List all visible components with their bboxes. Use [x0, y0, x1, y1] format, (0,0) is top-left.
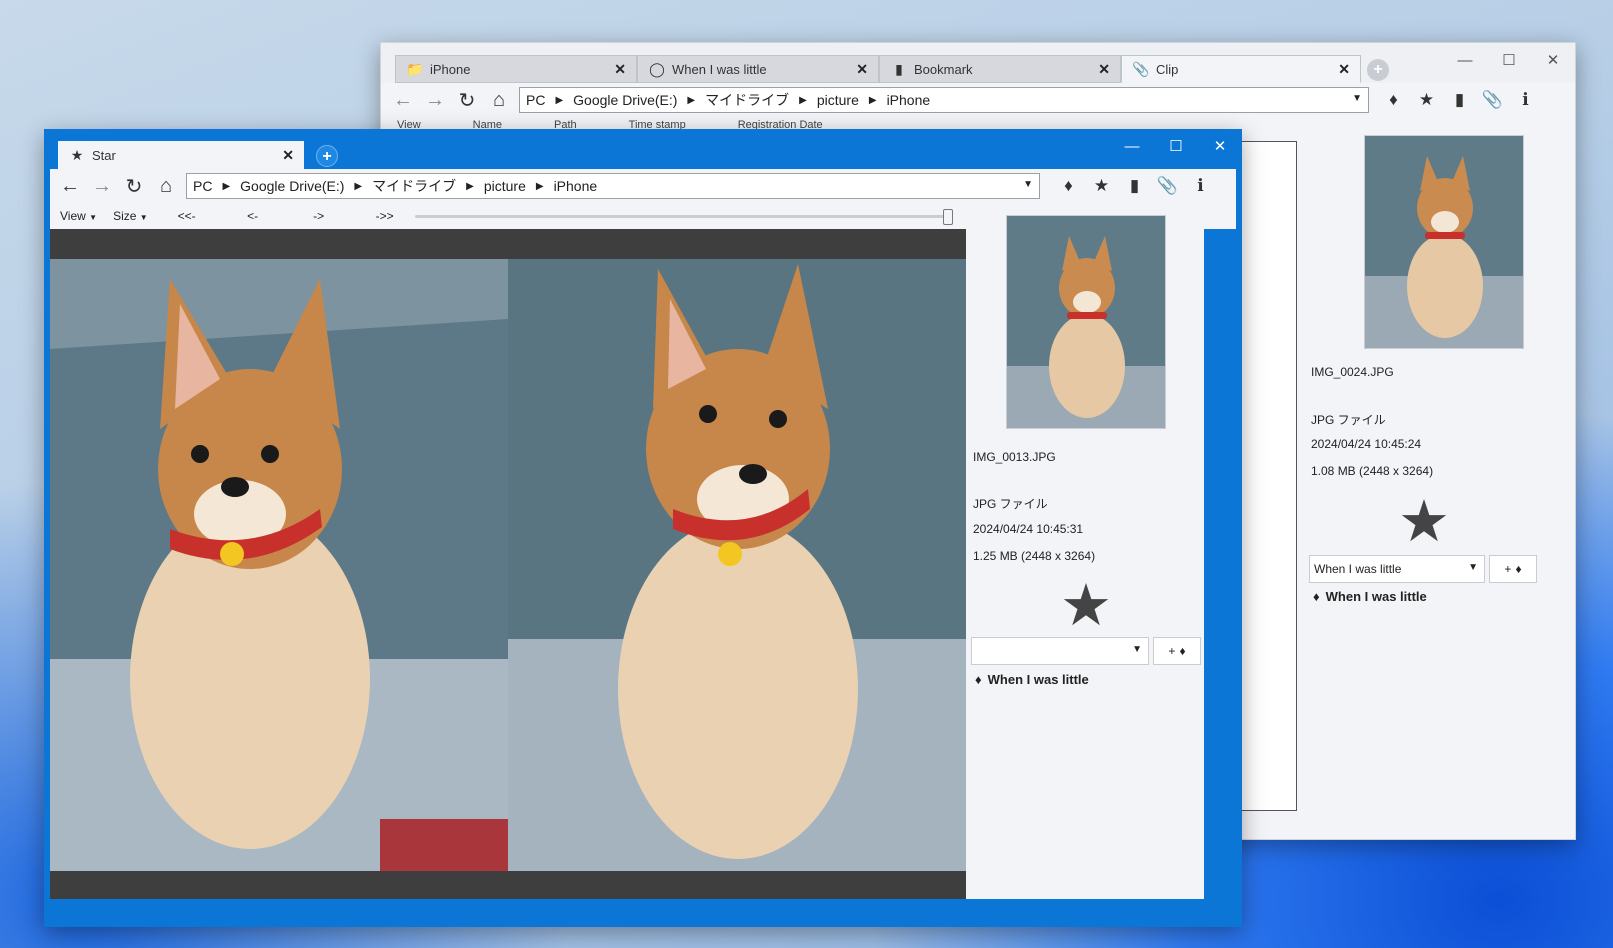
chevron-down-icon[interactable]: ▼ — [1023, 179, 1033, 190]
address-bar[interactable]: PC ▶ Google Drive(E:) ▶ マイドライブ ▶ picture ▶ i… — [519, 87, 1369, 113]
front-window: ★ Star ✕ + — ☐ ✕ ← → ↻ ⌂ PC ▶ Google Driv… — [44, 129, 1242, 927]
star-icon[interactable]: ★ — [1398, 493, 1450, 551]
refresh-icon[interactable]: ↻ — [451, 88, 483, 113]
last-button[interactable]: ->> — [352, 209, 418, 223]
file-size: 1.25 MB (2448 x 3264) — [973, 549, 1096, 563]
maximize-button[interactable]: ☐ — [1154, 133, 1198, 161]
back-arrow-icon[interactable]: ← — [54, 175, 86, 198]
star-icon[interactable]: ★ — [1410, 90, 1443, 110]
tab-clip[interactable]: 📎 Clip ✕ — [1121, 55, 1361, 83]
paperclip-icon[interactable]: 📎 — [1151, 176, 1184, 196]
info-pane: IMG_0013.JPG JPG ファイル 2024/04/24 10:45:3… — [966, 215, 1204, 899]
file-size: 1.08 MB (2448 x 3264) — [1311, 464, 1434, 478]
file-type: JPG ファイル — [1311, 413, 1386, 427]
file-timestamp: 2024/04/24 10:45:24 — [1311, 437, 1422, 451]
minimize-button[interactable]: — — [1110, 133, 1154, 161]
size-menu[interactable]: Size ▼ — [113, 209, 148, 223]
tag-icon: ♦ — [975, 672, 982, 687]
chevron-down-icon[interactable]: ▼ — [1352, 93, 1362, 104]
folder-icon: 📁 — [406, 60, 424, 77]
front-thumbnail — [1006, 215, 1166, 429]
refresh-icon[interactable]: ↻ — [118, 174, 150, 199]
chevron-down-icon: ▼ — [89, 213, 98, 222]
tag-chip[interactable]: ♦ When I was little — [1313, 589, 1427, 604]
new-tab-button[interactable]: + — [1367, 59, 1389, 81]
zoom-slider-thumb[interactable] — [943, 209, 953, 225]
back-thumbnail — [1364, 135, 1524, 349]
window-controls: — ☐ ✕ — [1110, 133, 1242, 161]
front-tab-strip: ★ Star ✕ + — ☐ ✕ — [50, 129, 1236, 169]
tag-icon: ♦ — [1179, 644, 1186, 658]
back-arrow-icon[interactable]: ← — [387, 89, 419, 112]
tab-bookmark[interactable]: ▮ Bookmark ✕ — [879, 55, 1121, 83]
prev-button[interactable]: <- — [220, 209, 286, 223]
star-icon[interactable]: ★ — [1060, 577, 1112, 635]
tab-star[interactable]: ★ Star ✕ — [58, 141, 304, 169]
close-icon[interactable]: ✕ — [614, 61, 626, 78]
close-window-button[interactable]: ✕ — [1531, 47, 1575, 75]
tag-select[interactable]: ▼ — [971, 637, 1149, 665]
file-name: IMG_0024.JPG — [1311, 365, 1394, 379]
tag-icon: ♦ — [1515, 562, 1522, 576]
close-icon[interactable]: ✕ — [856, 61, 868, 78]
close-icon[interactable]: ✕ — [282, 147, 294, 164]
close-icon[interactable]: ✕ — [1338, 61, 1350, 78]
tag-icon: ♦ — [1313, 589, 1320, 604]
close-icon[interactable]: ✕ — [1098, 61, 1110, 78]
chevron-down-icon: ▼ — [139, 213, 148, 222]
home-icon[interactable]: ⌂ — [150, 175, 182, 198]
file-name: IMG_0013.JPG — [973, 450, 1056, 464]
star-icon[interactable]: ★ — [1085, 176, 1118, 196]
forward-arrow-icon[interactable]: → — [86, 175, 118, 198]
zoom-slider-track[interactable] — [415, 215, 953, 218]
window-controls: — ☐ ✕ — [1443, 47, 1575, 75]
dog-photo-right — [508, 259, 966, 871]
tag-icon[interactable]: ♦ — [1052, 176, 1085, 196]
address-bar[interactable]: PC ▶ Google Drive(E:) ▶ マイドライブ ▶ picture ▶ i… — [186, 173, 1040, 199]
dog-photo-left — [50, 259, 508, 871]
dog-photo-thumbnail — [1007, 216, 1165, 428]
image-viewer[interactable] — [50, 229, 966, 899]
next-button[interactable]: -> — [286, 209, 352, 223]
file-timestamp: 2024/04/24 10:45:31 — [973, 522, 1084, 536]
first-button[interactable]: <<- — [154, 209, 220, 223]
tag-select[interactable]: When I was little ▼ — [1309, 555, 1485, 583]
minimize-button[interactable]: — — [1443, 47, 1487, 75]
paperclip-icon[interactable]: 📎 — [1476, 90, 1509, 110]
back-address-toolbar: ← → ↻ ⌂ PC ▶ Google Drive(E:) ▶ マイドライブ ▶ pi… — [381, 83, 1575, 117]
dog-photo-thumbnail — [1365, 136, 1523, 348]
view-menu[interactable]: View ▼ — [60, 209, 97, 223]
tag-chip[interactable]: ♦ When I was little — [975, 672, 1089, 687]
home-icon[interactable]: ⌂ — [483, 89, 515, 112]
file-type: JPG ファイル — [973, 497, 1048, 511]
maximize-button[interactable]: ☐ — [1487, 47, 1531, 75]
back-tab-strip: 📁 iPhone ✕ ◯ When I was little ✕ ▮ Bookm… — [381, 43, 1575, 83]
info-icon[interactable]: ℹ — [1184, 176, 1217, 196]
forward-arrow-icon[interactable]: → — [419, 89, 451, 112]
add-tag-button[interactable]: + ♦ — [1153, 637, 1201, 665]
bookmark-icon[interactable]: ▮ — [1443, 90, 1476, 110]
paperclip-icon: 📎 — [1132, 60, 1150, 77]
add-tag-button[interactable]: + ♦ — [1489, 555, 1537, 583]
new-tab-button[interactable]: + — [316, 145, 338, 167]
close-window-button[interactable]: ✕ — [1198, 133, 1242, 161]
front-address-toolbar: ← → ↻ ⌂ PC ▶ Google Drive(E:) ▶ マイドライブ ▶ pi… — [50, 169, 1236, 203]
tab-iphone[interactable]: 📁 iPhone ✕ — [395, 55, 637, 83]
chevron-down-icon[interactable]: ▼ — [1132, 644, 1142, 655]
bookmark-icon[interactable]: ▮ — [1118, 176, 1151, 196]
info-icon[interactable]: ℹ — [1509, 90, 1542, 110]
tab-when-i-was-little[interactable]: ◯ When I was little ✕ — [637, 55, 879, 83]
photo-right — [508, 259, 966, 871]
star-icon: ★ — [70, 146, 84, 163]
tag-icon[interactable]: ♦ — [1377, 90, 1410, 110]
tag-icon: ◯ — [649, 60, 665, 77]
chevron-down-icon[interactable]: ▼ — [1468, 562, 1478, 573]
bookmark-icon: ▮ — [895, 60, 903, 77]
photo-left — [50, 259, 508, 871]
